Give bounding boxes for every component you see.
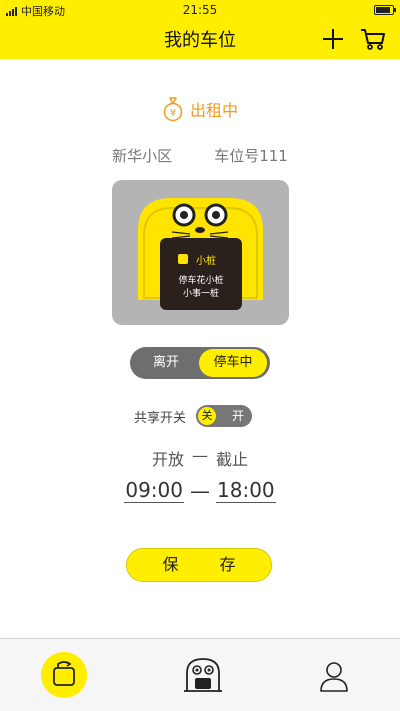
device-slogan-1: 停车花小桩: [178, 274, 223, 286]
space-info: 新华小区 车位号111: [0, 145, 400, 166]
top-bar: 中国移动 21:55 我的车位: [0, 0, 400, 59]
tab-parking[interactable]: [41, 652, 87, 698]
tab-mascot[interactable]: [180, 653, 226, 699]
hours-range: 09:00 — 18:00: [0, 478, 400, 503]
parking-space-icon: [53, 661, 75, 686]
close-label: 截止: [216, 450, 249, 469]
start-time-field[interactable]: 09:00: [124, 478, 184, 503]
device-slogan-2: 小事一桩: [183, 287, 219, 299]
tab-profile[interactable]: [311, 653, 357, 699]
tab-bar: [0, 638, 400, 711]
svg-text:¥: ¥: [170, 108, 176, 119]
save-button[interactable]: 保 存: [126, 548, 272, 582]
parking-option[interactable]: 停车中: [199, 349, 267, 377]
hours-dash: —: [192, 446, 208, 465]
end-time-field[interactable]: 18:00: [216, 478, 276, 503]
parking-mode-toggle[interactable]: 离开 停车中: [130, 347, 270, 379]
mascot-icon: [184, 658, 222, 692]
parking-lock-image: 小桩 停车花小桩 小事一桩: [112, 180, 289, 325]
share-label: 共享开关: [134, 410, 187, 426]
profile-icon: [320, 662, 348, 692]
device-brand-text: 小桩: [196, 254, 216, 267]
leave-option[interactable]: 离开: [130, 347, 202, 379]
hours-range-dash: —: [190, 478, 210, 503]
battery-icon: [374, 5, 396, 15]
community-name: 新华小区: [112, 147, 173, 165]
hours-title: 开放 — 截止: [0, 446, 400, 470]
rent-status-label: 出租中: [189, 101, 238, 120]
parking-lock-illustration: 小桩 停车花小桩 小事一桩: [138, 198, 263, 310]
share-switch-on: 开: [232, 409, 245, 423]
status-time: 21:55: [182, 3, 218, 17]
money-bag-icon: ¥: [163, 97, 183, 122]
status-bar: 中国移动 21:55: [0, 0, 400, 20]
share-switch[interactable]: 关 开: [196, 405, 253, 427]
share-switch-off: 关: [198, 407, 217, 425]
add-icon[interactable]: [322, 28, 344, 50]
open-label: 开放: [151, 450, 184, 469]
rent-status: ¥ 出租中: [0, 96, 400, 122]
cart-icon[interactable]: [360, 27, 386, 51]
share-row: 共享开关 关 开: [134, 405, 253, 427]
space-number: 车位号111: [214, 147, 288, 165]
